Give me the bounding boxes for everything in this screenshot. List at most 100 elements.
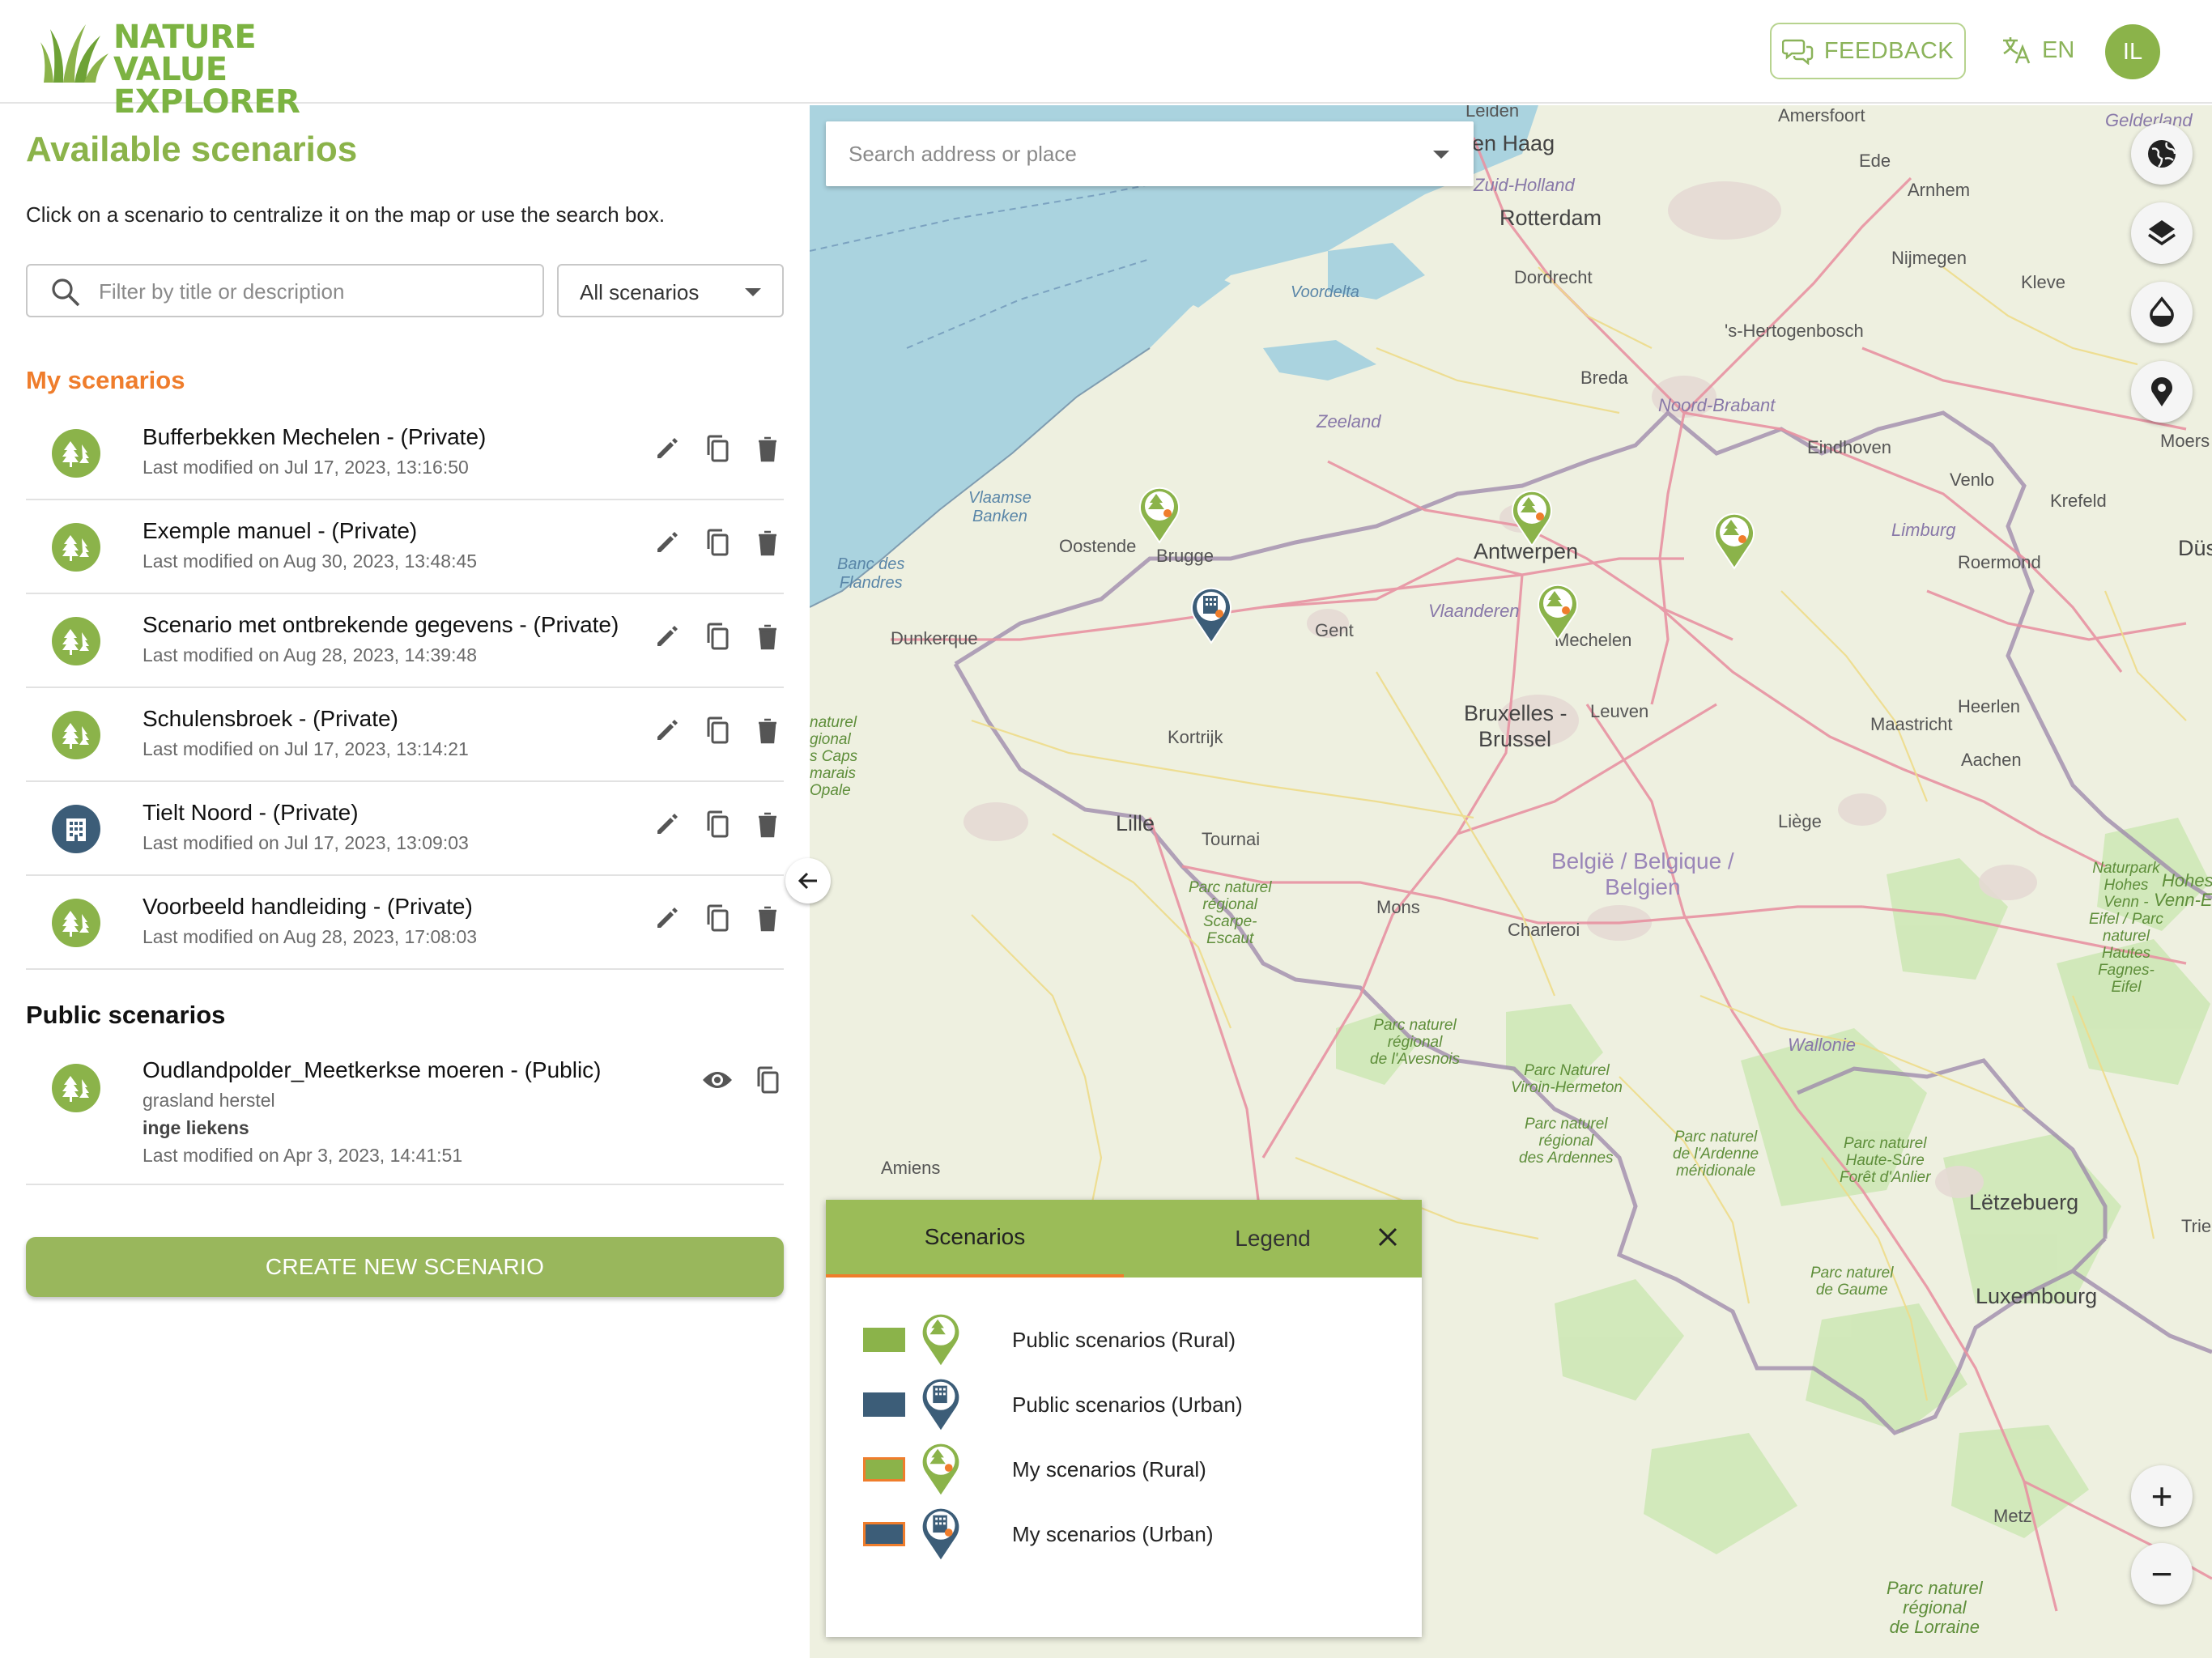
chat-bubbles-icon bbox=[1781, 39, 1814, 65]
map-region-wallonie: Wallonie bbox=[1788, 1035, 1856, 1055]
scenario-row[interactable]: Schulensbroek - (Private) Last modified … bbox=[26, 688, 784, 782]
tab-scenarios[interactable]: Scenarios bbox=[826, 1200, 1124, 1278]
scenario-title: Voorbeeld handleiding - (Private) bbox=[143, 894, 473, 919]
scenario-row[interactable]: Exemple manuel - (Private) Last modified… bbox=[26, 500, 784, 594]
scenario-row[interactable]: Oudlandpolder_Meetkerkse moeren - (Publi… bbox=[26, 1046, 784, 1185]
edit-icon[interactable] bbox=[651, 526, 683, 559]
map-pin-rural-mine[interactable] bbox=[1511, 489, 1553, 547]
app-header: NATURE VALUE EXPLORER FEEDBACK EN IL bbox=[0, 0, 2212, 118]
layers-button[interactable] bbox=[2131, 202, 2193, 264]
map-label-brugge: Brugge bbox=[1156, 546, 1214, 566]
layers-icon bbox=[2148, 220, 2176, 246]
map-label-liege: Liège bbox=[1778, 811, 1822, 831]
map-park-caps: naturel gional s Caps marais Opale bbox=[810, 714, 858, 799]
copy-icon[interactable] bbox=[701, 714, 734, 746]
map-label-maastricht: Maastricht bbox=[1870, 714, 1953, 734]
rural-tree-icon bbox=[52, 899, 100, 947]
scenario-modified: Last modified on Aug 30, 2023, 13:48:45 bbox=[143, 551, 478, 572]
edit-icon[interactable] bbox=[651, 808, 683, 840]
urban-pin-icon bbox=[921, 1377, 961, 1433]
zoom-out-button[interactable]: − bbox=[2131, 1543, 2193, 1605]
scenario-row[interactable]: Scenario met ontbrekende gegevens - (Pri… bbox=[26, 594, 784, 688]
delete-icon[interactable] bbox=[751, 526, 784, 559]
drop-icon bbox=[2150, 296, 2174, 327]
scenario-sidebar: Available scenarios Click on a scenario … bbox=[0, 105, 810, 1658]
rural-tree-icon bbox=[52, 711, 100, 759]
delete-icon[interactable] bbox=[751, 432, 784, 465]
filter-field[interactable] bbox=[26, 264, 544, 317]
edit-icon[interactable] bbox=[651, 432, 683, 465]
delete-icon[interactable] bbox=[751, 808, 784, 840]
map-label-amiens: Amiens bbox=[881, 1158, 941, 1178]
map-region-noord-brabant: Noord-Brabant bbox=[1658, 395, 1776, 415]
scenario-description: grasland herstel bbox=[143, 1090, 275, 1111]
map-region-zuid-holland: Zuid-Holland bbox=[1474, 175, 1575, 195]
user-avatar[interactable]: IL bbox=[2105, 24, 2160, 79]
search-icon bbox=[52, 278, 80, 307]
scenario-modified: Last modified on Jul 17, 2023, 13:14:21 bbox=[143, 738, 469, 759]
legend-label: My scenarios (Rural) bbox=[1012, 1457, 1206, 1482]
map-label-roermond: Roermond bbox=[1958, 552, 2041, 572]
edit-icon[interactable] bbox=[651, 714, 683, 746]
close-icon[interactable] bbox=[1372, 1221, 1404, 1253]
scenario-actions bbox=[651, 432, 784, 465]
scenario-title: Oudlandpolder_Meetkerkse moeren - (Publi… bbox=[143, 1057, 602, 1082]
map-pin-urban-mine[interactable] bbox=[1190, 586, 1232, 644]
map-park-ardenne-meridionale: Parc naturel de l'Ardenne méridionale bbox=[1673, 1129, 1759, 1180]
map-label-metz: Metz bbox=[1993, 1506, 2032, 1526]
delete-icon[interactable] bbox=[751, 714, 784, 746]
copy-icon[interactable] bbox=[701, 432, 734, 465]
delete-icon[interactable] bbox=[751, 902, 784, 934]
map-label-dordrecht: Dordrecht bbox=[1514, 267, 1593, 287]
map-park-scarpe: Parc naturel régional Scarpe- Escaut bbox=[1189, 879, 1272, 947]
scenario-modified: Last modified on Aug 28, 2023, 17:08:03 bbox=[143, 926, 478, 947]
map-water-banc-des-flandres: Banc des Flandres bbox=[837, 555, 905, 592]
feedback-label: FEEDBACK bbox=[1823, 37, 1955, 64]
my-scenarios-heading: My scenarios bbox=[26, 366, 185, 394]
view-eye-icon[interactable] bbox=[701, 1064, 734, 1096]
zoom-in-button[interactable]: + bbox=[2131, 1465, 2193, 1527]
map-label-den-haag: en Haag bbox=[1472, 131, 1555, 155]
copy-icon[interactable] bbox=[701, 526, 734, 559]
copy-icon[interactable] bbox=[701, 902, 734, 934]
address-search[interactable] bbox=[826, 121, 1474, 186]
map-pin-rural-mine[interactable] bbox=[1138, 486, 1180, 544]
feedback-button[interactable]: FEEDBACK bbox=[1770, 23, 1966, 79]
create-scenario-button[interactable]: CREATE NEW SCENARIO bbox=[26, 1237, 784, 1297]
scenario-modified: Last modified on Apr 3, 2023, 14:41:51 bbox=[143, 1145, 463, 1166]
map-view[interactable]: Leiden en Haag Rotterdam Dordrecht Breda… bbox=[810, 105, 2212, 1658]
public-scenarios-heading: Public scenarios bbox=[26, 1001, 226, 1029]
language-selector[interactable]: EN bbox=[2000, 34, 2074, 66]
scenario-title: Exemple manuel - (Private) bbox=[143, 518, 418, 543]
edit-icon[interactable] bbox=[651, 620, 683, 653]
collapse-sidebar-button[interactable] bbox=[785, 858, 831, 903]
scenario-scope-select[interactable]: All scenarios bbox=[557, 264, 784, 317]
map-label-arnhem: Arnhem bbox=[1908, 180, 1971, 200]
map-label-trier: Trier bbox=[2181, 1216, 2212, 1236]
legend-label: Public scenarios (Urban) bbox=[1012, 1392, 1243, 1417]
app-logo[interactable]: NATURE VALUE EXPLORER bbox=[39, 18, 379, 118]
map-label-lille: Lille bbox=[1116, 811, 1155, 835]
map-label-heerlen: Heerlen bbox=[1958, 696, 2021, 716]
edit-icon[interactable] bbox=[651, 902, 683, 934]
filter-input[interactable] bbox=[99, 274, 520, 309]
copy-icon[interactable] bbox=[701, 620, 734, 653]
globe-button[interactable] bbox=[2131, 123, 2193, 185]
scenario-title: Schulensbroek - (Private) bbox=[143, 706, 398, 731]
address-search-input[interactable] bbox=[849, 136, 1399, 172]
map-pin-rural-mine[interactable] bbox=[1537, 583, 1579, 641]
delete-icon[interactable] bbox=[751, 620, 784, 653]
rural-tree-icon bbox=[52, 523, 100, 572]
map-label-gent: Gent bbox=[1315, 620, 1354, 640]
location-button[interactable] bbox=[2131, 361, 2193, 423]
scenario-row[interactable]: Tielt Noord - (Private) Last modified on… bbox=[26, 782, 784, 876]
copy-icon[interactable] bbox=[701, 808, 734, 840]
copy-icon[interactable] bbox=[751, 1064, 784, 1096]
scenario-row[interactable]: Bufferbekken Mechelen - (Private) Last m… bbox=[26, 406, 784, 500]
dropdown-caret-icon bbox=[1433, 151, 1449, 159]
map-pin-rural-mine[interactable] bbox=[1713, 512, 1755, 570]
map-park-hohes-venn-2: Hohes Venn-Eif bbox=[2154, 870, 2212, 910]
scope-selected-value: All scenarios bbox=[580, 280, 700, 304]
opacity-button[interactable] bbox=[2131, 282, 2193, 343]
scenario-row[interactable]: Voorbeeld handleiding - (Private) Last m… bbox=[26, 876, 784, 970]
